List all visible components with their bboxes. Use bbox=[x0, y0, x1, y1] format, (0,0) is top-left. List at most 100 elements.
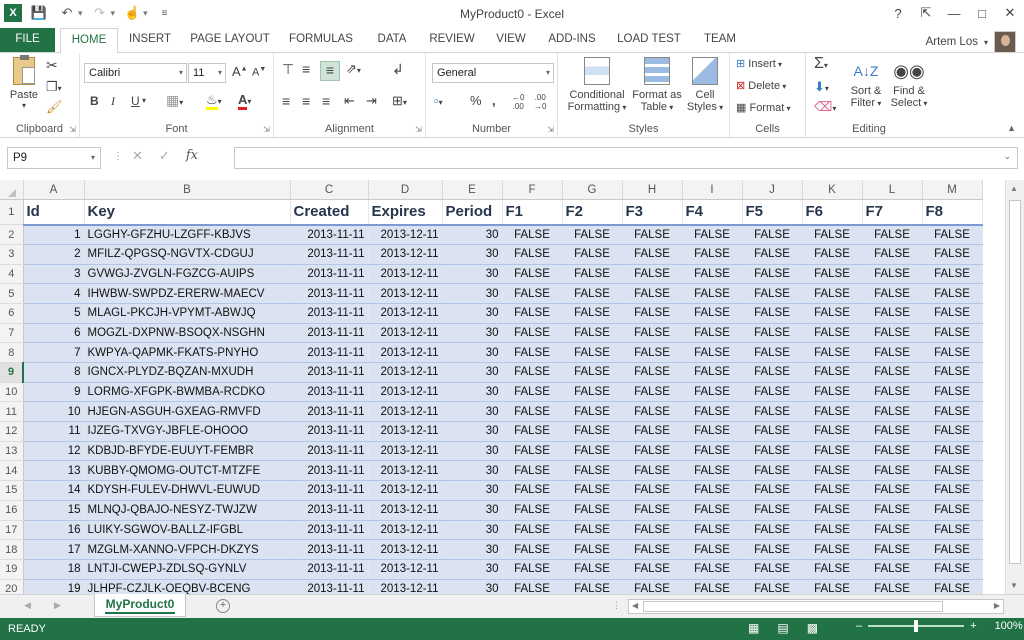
format-cells-button[interactable]: ▦ Format ▾ bbox=[736, 101, 791, 114]
expires-cell[interactable]: 2013-12-11 bbox=[368, 342, 443, 363]
flag-cell[interactable]: FALSE bbox=[862, 323, 923, 344]
flag-cell[interactable]: FALSE bbox=[802, 224, 863, 245]
zoom-in-icon[interactable]: + bbox=[970, 620, 976, 632]
grow-font-button[interactable]: A▲ bbox=[232, 64, 248, 79]
flag-cell[interactable]: FALSE bbox=[742, 500, 803, 521]
number-format-box[interactable]: General ▾ bbox=[432, 63, 554, 83]
flag-cell[interactable]: FALSE bbox=[922, 303, 983, 324]
created-cell[interactable]: 2013-11-11 bbox=[290, 480, 369, 501]
ribbon-display-icon[interactable]: ⇱ bbox=[912, 0, 940, 26]
expires-cell[interactable]: 2013-12-11 bbox=[368, 441, 443, 462]
flag-cell[interactable]: FALSE bbox=[682, 382, 743, 403]
flag-cell[interactable]: FALSE bbox=[562, 559, 623, 580]
flag-cell[interactable]: FALSE bbox=[622, 421, 683, 442]
middle-align-icon[interactable]: ≡ bbox=[302, 61, 310, 77]
flag-cell[interactable]: FALSE bbox=[502, 244, 563, 265]
minimize-icon[interactable]: — bbox=[940, 0, 968, 26]
id-cell[interactable]: 14 bbox=[23, 480, 85, 501]
key-cell[interactable]: MLAGL-PKCJH-VPYMT-ABWJQ bbox=[84, 303, 291, 324]
flag-cell[interactable]: FALSE bbox=[622, 579, 683, 594]
created-cell[interactable]: 2013-11-11 bbox=[290, 303, 369, 324]
format-painter-icon[interactable]: 🖌 bbox=[46, 99, 63, 115]
flag-cell[interactable]: FALSE bbox=[562, 401, 623, 423]
flag-cell[interactable]: FALSE bbox=[622, 480, 683, 501]
flag-cell[interactable]: FALSE bbox=[622, 244, 683, 265]
flag-cell[interactable]: FALSE bbox=[922, 264, 983, 285]
header-cell[interactable]: Key bbox=[84, 199, 291, 226]
key-cell[interactable]: JLHPF-CZJLK-OEQBV-BCENG bbox=[84, 579, 291, 594]
tab-add-ins[interactable]: ADD-INS bbox=[542, 28, 602, 52]
column-header-l[interactable]: L bbox=[862, 180, 923, 201]
period-cell[interactable]: 30 bbox=[442, 303, 503, 324]
flag-cell[interactable]: FALSE bbox=[922, 520, 983, 541]
flag-cell[interactable]: FALSE bbox=[502, 264, 563, 285]
flag-cell[interactable]: FALSE bbox=[682, 539, 743, 560]
header-cell[interactable]: Period bbox=[442, 199, 503, 226]
flag-cell[interactable]: FALSE bbox=[502, 323, 563, 344]
flag-cell[interactable]: FALSE bbox=[622, 520, 683, 541]
key-cell[interactable]: HJEGN-ASGUH-GXEAG-RMVFD bbox=[84, 401, 291, 423]
shrink-font-button[interactable]: A▼ bbox=[252, 66, 266, 79]
flag-cell[interactable]: FALSE bbox=[862, 244, 923, 265]
key-cell[interactable]: KDBJD-BFYDE-EUUYT-FEMBR bbox=[84, 441, 291, 462]
flag-cell[interactable]: FALSE bbox=[922, 480, 983, 501]
flag-cell[interactable]: FALSE bbox=[862, 421, 923, 442]
row-header[interactable]: 20 bbox=[0, 579, 24, 594]
created-cell[interactable]: 2013-11-11 bbox=[290, 244, 369, 265]
percent-style-button[interactable]: % bbox=[470, 93, 482, 108]
flag-cell[interactable]: FALSE bbox=[502, 382, 563, 403]
delete-cells-button[interactable]: ⊠ Delete ▾ bbox=[736, 79, 786, 92]
scroll-right-icon[interactable]: ▶ bbox=[994, 601, 1000, 610]
key-cell[interactable]: IGNCX-PLYDZ-BQZAN-MXUDH bbox=[84, 362, 291, 383]
flag-cell[interactable]: FALSE bbox=[562, 579, 623, 594]
flag-cell[interactable]: FALSE bbox=[922, 362, 983, 383]
flag-cell[interactable]: FALSE bbox=[802, 421, 863, 442]
flag-cell[interactable]: FALSE bbox=[862, 500, 923, 521]
column-header-m[interactable]: M bbox=[922, 180, 983, 201]
column-header-c[interactable]: C bbox=[290, 180, 369, 201]
flag-cell[interactable]: FALSE bbox=[562, 303, 623, 324]
flag-cell[interactable]: FALSE bbox=[742, 264, 803, 285]
flag-cell[interactable]: FALSE bbox=[682, 559, 743, 580]
column-header-j[interactable]: J bbox=[742, 180, 803, 201]
key-cell[interactable]: LGGHY-GFZHU-LZGFF-KBJVS bbox=[84, 224, 291, 245]
flag-cell[interactable]: FALSE bbox=[742, 421, 803, 442]
key-cell[interactable]: MOGZL-DXPNW-BSOQX-NSGHN bbox=[84, 323, 291, 344]
flag-cell[interactable]: FALSE bbox=[922, 382, 983, 403]
created-cell[interactable]: 2013-11-11 bbox=[290, 520, 369, 541]
comma-style-button[interactable]: , bbox=[492, 93, 496, 108]
autosum-icon[interactable]: Σ▾ bbox=[814, 55, 828, 73]
flag-cell[interactable]: FALSE bbox=[682, 244, 743, 265]
flag-cell[interactable]: FALSE bbox=[862, 224, 923, 245]
id-cell[interactable]: 4 bbox=[23, 283, 85, 304]
flag-cell[interactable]: FALSE bbox=[562, 460, 623, 482]
flag-cell[interactable]: FALSE bbox=[742, 559, 803, 580]
id-cell[interactable]: 6 bbox=[23, 323, 85, 344]
zoom-slider[interactable] bbox=[868, 620, 965, 632]
flag-cell[interactable]: FALSE bbox=[922, 579, 983, 594]
tab-insert[interactable]: INSERT bbox=[122, 28, 178, 52]
expires-cell[interactable]: 2013-12-11 bbox=[368, 579, 443, 594]
flag-cell[interactable]: FALSE bbox=[802, 401, 863, 423]
flag-cell[interactable]: FALSE bbox=[862, 342, 923, 363]
tab-load-test[interactable]: LOAD TEST bbox=[612, 28, 686, 52]
flag-cell[interactable]: FALSE bbox=[622, 401, 683, 423]
column-header-k[interactable]: K bbox=[802, 180, 863, 201]
fill-icon[interactable]: ⬇▾ bbox=[814, 79, 829, 95]
row-header[interactable]: 14 bbox=[0, 460, 24, 482]
id-cell[interactable]: 9 bbox=[23, 382, 85, 403]
flag-cell[interactable]: FALSE bbox=[502, 460, 563, 482]
tab-formulas[interactable]: FORMULAS bbox=[284, 28, 358, 52]
id-cell[interactable]: 10 bbox=[23, 401, 85, 423]
flag-cell[interactable]: FALSE bbox=[922, 500, 983, 521]
period-cell[interactable]: 30 bbox=[442, 264, 503, 285]
flag-cell[interactable]: FALSE bbox=[682, 264, 743, 285]
flag-cell[interactable]: FALSE bbox=[742, 520, 803, 541]
flag-cell[interactable]: FALSE bbox=[742, 362, 803, 383]
flag-cell[interactable]: FALSE bbox=[742, 224, 803, 245]
accounting-format-icon[interactable]: ▫▾ bbox=[434, 93, 443, 108]
row-header[interactable]: 11 bbox=[0, 401, 24, 423]
expires-cell[interactable]: 2013-12-11 bbox=[368, 224, 443, 245]
flag-cell[interactable]: FALSE bbox=[862, 460, 923, 482]
flag-cell[interactable]: FALSE bbox=[862, 539, 923, 560]
